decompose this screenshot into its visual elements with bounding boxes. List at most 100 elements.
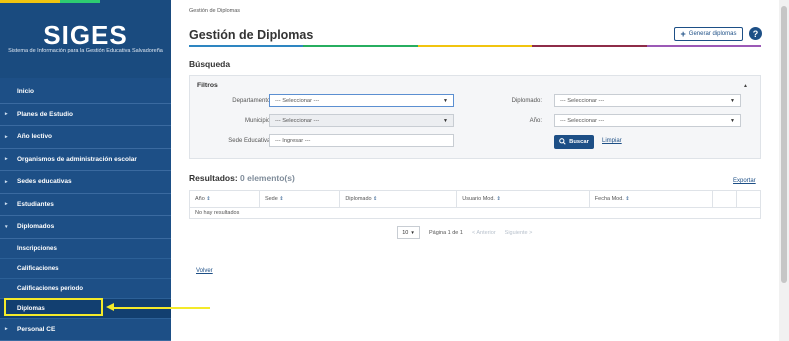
back-link[interactable]: Volver bbox=[196, 268, 213, 274]
collapse-icon[interactable]: ▲ bbox=[743, 83, 748, 89]
chevron-right-icon: ▸ bbox=[5, 133, 8, 140]
search-button[interactable]: Buscar bbox=[554, 135, 594, 149]
page-info: Página 1 de 1 bbox=[429, 229, 463, 236]
sort-icon: ⇕ bbox=[496, 196, 501, 202]
sidebar-item-sedes-educativas[interactable]: ▸ Sedes educativas bbox=[0, 171, 171, 194]
sort-icon: ⇕ bbox=[206, 196, 211, 202]
filters-title: Filtros bbox=[197, 82, 218, 89]
column-label: Sede bbox=[264, 196, 278, 202]
municipio-value: --- Seleccionar --- bbox=[275, 117, 320, 124]
chevron-down-icon: ▼ bbox=[443, 117, 448, 124]
column-label: Usuario Mod. bbox=[462, 196, 495, 202]
help-icon[interactable]: ? bbox=[749, 27, 762, 40]
sidebar-item-label: Organismos de administración escolar bbox=[17, 155, 137, 163]
sort-icon: ⇕ bbox=[373, 196, 378, 202]
sidebar-item-estudiantes[interactable]: ▸ Estudiantes bbox=[0, 194, 171, 216]
sidebar-item-label: Personal CE bbox=[17, 325, 56, 333]
title-color-rule bbox=[189, 45, 762, 47]
brand-stripe bbox=[0, 0, 60, 3]
empty-message: No hay resultados bbox=[189, 207, 761, 219]
results-title: Resultados: 0 elemento(s) bbox=[189, 173, 295, 183]
page-scrollbar[interactable] bbox=[779, 0, 789, 341]
sidebar-item-label: Calificaciones periodo bbox=[17, 284, 84, 292]
sidebar-item-label: Inscripciones bbox=[17, 244, 57, 252]
generate-diplomas-button[interactable]: + Generar diplomas bbox=[674, 27, 743, 41]
column-header-action bbox=[735, 190, 762, 208]
column-header-action bbox=[711, 190, 737, 208]
diplomado-label: Diplomado: bbox=[511, 98, 542, 104]
scrollbar-thumb[interactable] bbox=[781, 6, 787, 283]
chevron-down-icon: ▼ bbox=[410, 230, 415, 235]
column-header-usuario-mod[interactable]: Usuario Mod. ⇕ bbox=[456, 190, 590, 208]
brand-subtitle: Sistema de Información para la Gestión E… bbox=[8, 48, 163, 54]
chevron-down-icon: ▾ bbox=[5, 223, 8, 230]
sidebar-item-label: Año lectivo bbox=[17, 133, 53, 141]
sidebar-item-inicio[interactable]: Inicio bbox=[0, 81, 171, 104]
chevron-right-icon: ▸ bbox=[5, 178, 8, 185]
chevron-down-icon: ▼ bbox=[730, 97, 735, 104]
results-count: 0 elemento(s) bbox=[240, 173, 295, 183]
sidebar: SIGES Sistema de Información para la Ges… bbox=[0, 0, 171, 341]
rule-segment bbox=[646, 45, 762, 47]
chevron-right-icon: ▸ bbox=[5, 201, 8, 208]
annotation-highlight-box bbox=[4, 298, 103, 316]
sidebar-item-label: Sedes educativas bbox=[17, 178, 72, 186]
diplomado-value: --- Seleccionar --- bbox=[560, 97, 605, 104]
search-icon bbox=[559, 137, 566, 147]
sidebar-item-organismos[interactable]: ▸ Organismos de administración escolar bbox=[0, 149, 171, 171]
column-label: Fecha Mod. bbox=[594, 196, 624, 202]
column-header-fecha-mod[interactable]: Fecha Mod. ⇕ bbox=[588, 190, 713, 208]
sidebar-item-label: Diplomados bbox=[17, 223, 55, 231]
prev-page-link[interactable]: < Anterior bbox=[472, 230, 496, 236]
sede-educativa-input[interactable]: --- Ingresar --- bbox=[269, 134, 454, 147]
column-label: Diplomado bbox=[345, 196, 372, 202]
rule-segment bbox=[189, 45, 304, 47]
brand-stripe bbox=[60, 0, 100, 3]
chevron-right-icon: ▸ bbox=[5, 111, 8, 118]
breadcrumb[interactable]: Gestión de Diplomas bbox=[189, 8, 240, 14]
anio-select[interactable]: --- Seleccionar --- ▼ bbox=[554, 114, 741, 127]
results-table: Año ⇕ Sede ⇕ Diplomado ⇕ Usuario Mod. ⇕ … bbox=[189, 190, 762, 219]
chevron-down-icon: ▼ bbox=[730, 117, 735, 124]
rule-segment bbox=[532, 45, 647, 47]
column-header-anio[interactable]: Año ⇕ bbox=[189, 190, 260, 208]
column-header-sede[interactable]: Sede ⇕ bbox=[258, 190, 341, 208]
sidebar-subitem-calificaciones-periodo[interactable]: Calificaciones periodo bbox=[0, 279, 171, 299]
pagination: 10 ▼ Página 1 de 1 < Anterior Siguiente … bbox=[397, 226, 532, 239]
search-button-label: Buscar bbox=[569, 139, 589, 145]
chevron-right-icon: ▸ bbox=[5, 326, 8, 333]
sidebar-item-label: Estudiantes bbox=[17, 200, 54, 208]
page-size-select[interactable]: 10 ▼ bbox=[397, 226, 420, 239]
sidebar-item-diplomados[interactable]: ▾ Diplomados bbox=[0, 216, 171, 239]
export-link[interactable]: Exportar bbox=[733, 178, 756, 184]
chevron-down-icon: ▼ bbox=[443, 97, 448, 104]
clear-link[interactable]: Limpiar bbox=[602, 138, 622, 144]
table-row: No hay resultados bbox=[189, 207, 761, 219]
main-content: Gestión de Diplomas Gestión de Diplomas … bbox=[171, 0, 779, 341]
sidebar-item-planes-de-estudio[interactable]: ▸ Planes de Estudio bbox=[0, 104, 171, 126]
diplomado-select[interactable]: --- Seleccionar --- ▼ bbox=[554, 94, 741, 107]
departamento-value: --- Seleccionar --- bbox=[275, 97, 320, 104]
sidebar-item-personal-ce[interactable]: ▸ Personal CE bbox=[0, 319, 171, 341]
sidebar-item-label: Calificaciones bbox=[17, 264, 59, 272]
sidebar-subitem-calificaciones[interactable]: Calificaciones bbox=[0, 259, 171, 279]
municipio-select[interactable]: --- Seleccionar --- ▼ bbox=[269, 114, 454, 127]
sidebar-subitem-inscripciones[interactable]: Inscripciones bbox=[0, 239, 171, 259]
column-header-diplomado[interactable]: Diplomado ⇕ bbox=[339, 190, 458, 208]
table-header-row: Año ⇕ Sede ⇕ Diplomado ⇕ Usuario Mod. ⇕ … bbox=[189, 190, 762, 208]
page-size-value: 10 bbox=[402, 229, 409, 236]
sidebar-item-label: Planes de Estudio bbox=[17, 110, 73, 118]
departamento-select[interactable]: --- Seleccionar --- ▼ bbox=[269, 94, 454, 107]
chevron-right-icon: ▸ bbox=[5, 156, 8, 163]
next-page-link[interactable]: Siguiente > bbox=[505, 230, 533, 236]
sort-icon: ⇕ bbox=[279, 196, 284, 202]
results-label: Resultados: bbox=[189, 173, 238, 183]
municipio-label: Municipio: bbox=[244, 118, 272, 124]
filters-panel: Filtros ▲ Departamento: --- Seleccionar … bbox=[189, 75, 761, 159]
sidebar-item-anio-lectivo[interactable]: ▸ Año lectivo bbox=[0, 126, 171, 149]
anio-value: --- Seleccionar --- bbox=[560, 117, 605, 124]
rule-segment bbox=[417, 45, 533, 47]
departamento-label: Departamento: bbox=[232, 98, 272, 104]
sort-icon: ⇕ bbox=[625, 196, 630, 202]
plus-icon: + bbox=[680, 28, 686, 39]
